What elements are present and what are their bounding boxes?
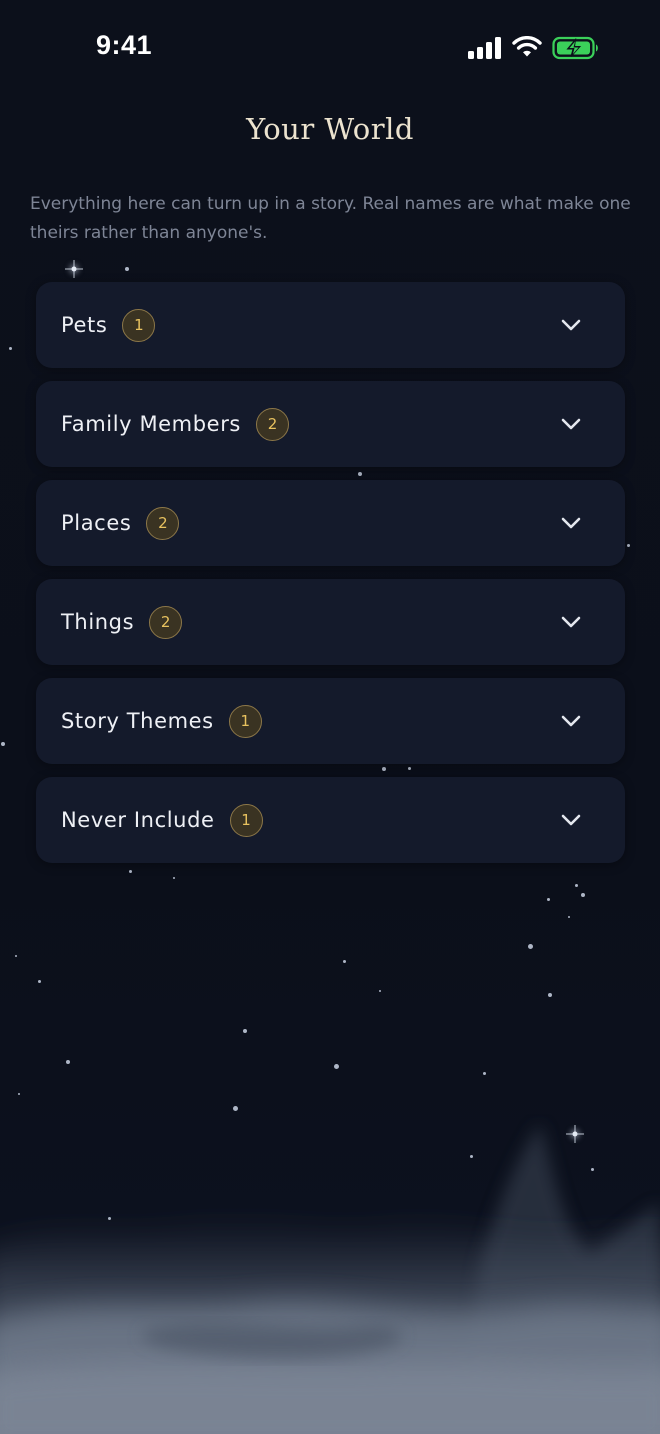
- count-badge: 2: [146, 506, 180, 540]
- chevron-down-icon: [561, 319, 581, 331]
- count-badge: 1: [122, 308, 156, 342]
- count-badge: 2: [255, 407, 289, 441]
- category-list: Pets 1 Family Members 2 Places 2 Things …: [36, 282, 625, 876]
- chevron-down-icon: [561, 616, 581, 628]
- category-card-family-members[interactable]: Family Members 2: [36, 381, 625, 467]
- category-card-pets[interactable]: Pets 1: [36, 282, 625, 368]
- category-label: Places: [61, 511, 132, 535]
- page-subtitle: Everything here can turn up in a story. …: [30, 194, 631, 243]
- fog-clouds: [0, 1124, 660, 1434]
- battery-charging-icon: [552, 36, 598, 60]
- category-label: Family Members: [61, 412, 241, 436]
- screen: 9:41 Your World Everything here can turn…: [0, 0, 660, 1434]
- category-label: Story Themes: [61, 709, 214, 733]
- category-label: Never Include: [61, 808, 215, 832]
- count-badge: 2: [149, 605, 183, 639]
- count-badge: 1: [229, 803, 263, 837]
- chevron-down-icon: [561, 715, 581, 727]
- wifi-icon: [512, 36, 542, 57]
- chevron-down-icon: [561, 814, 581, 826]
- status-bar: 9:41: [0, 0, 660, 96]
- chevron-down-icon: [561, 517, 581, 529]
- category-label: Things: [61, 610, 135, 634]
- count-badge: 1: [228, 704, 262, 738]
- cellular-signal-icon: [468, 37, 501, 59]
- category-card-story-themes[interactable]: Story Themes 1: [36, 678, 625, 764]
- category-label: Pets: [61, 313, 108, 337]
- category-card-never-include[interactable]: Never Include 1: [36, 777, 625, 863]
- chevron-down-icon: [561, 418, 581, 430]
- category-card-things[interactable]: Things 2: [36, 579, 625, 665]
- status-time: 9:41: [96, 30, 153, 60]
- category-card-places[interactable]: Places 2: [36, 480, 625, 566]
- page-title: Your World: [246, 112, 414, 146]
